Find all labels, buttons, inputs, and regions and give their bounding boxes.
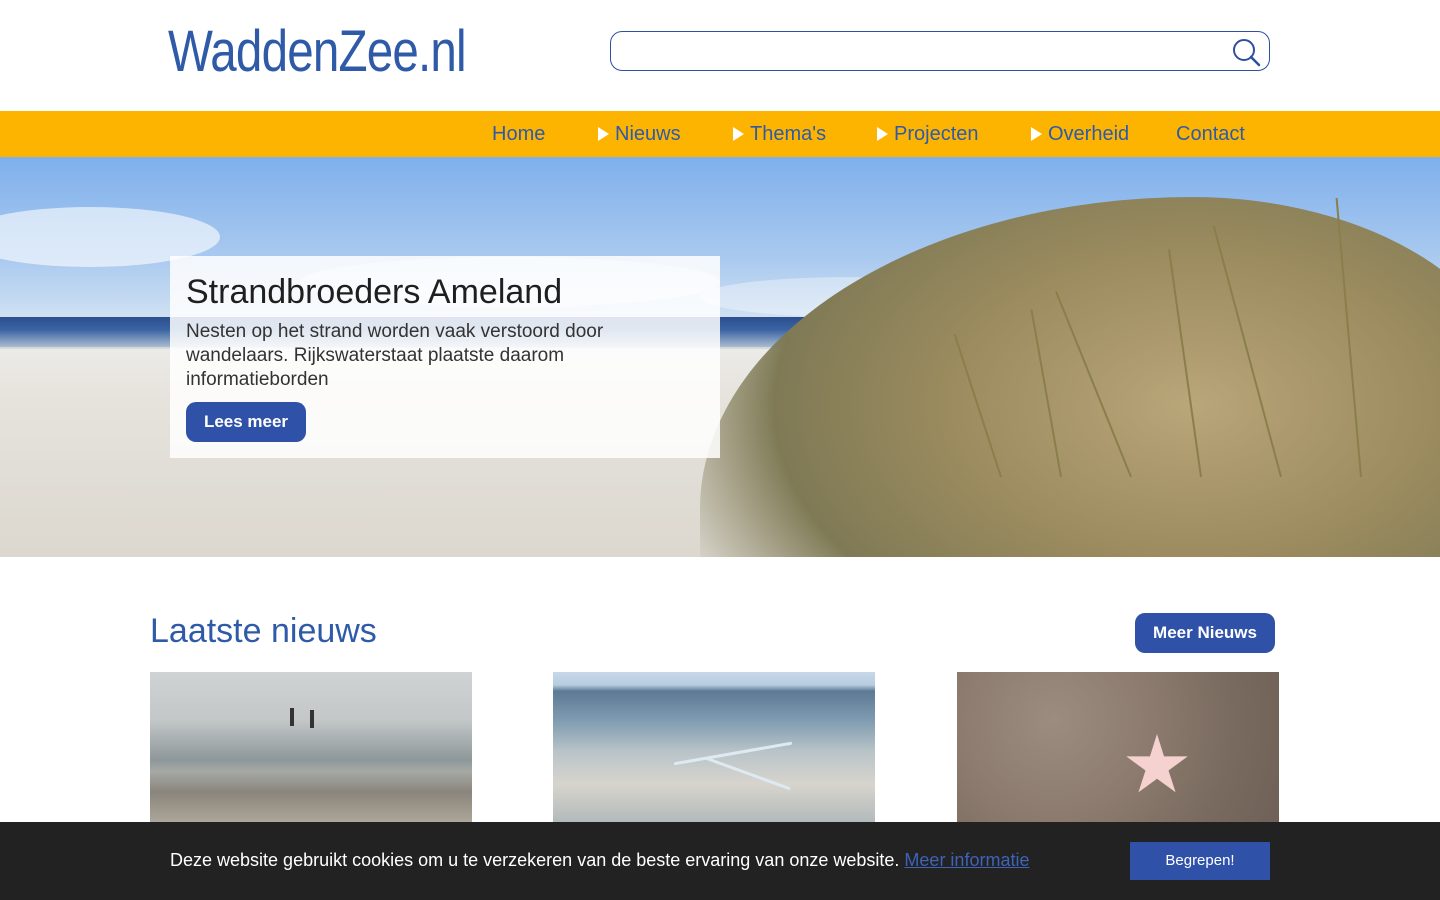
cookie-bar: Deze website gebruikt cookies om u te ve…	[0, 822, 1440, 900]
site-header: WaddenZee.nl	[0, 0, 1440, 111]
cookie-more-info-link[interactable]: Meer informatie	[904, 850, 1029, 870]
read-more-button[interactable]: Lees meer	[186, 402, 306, 442]
person-figure	[310, 710, 314, 728]
tidal-channel	[705, 756, 791, 791]
nav-item-themas[interactable]: Thema's	[733, 111, 826, 157]
nav-item-label: Projecten	[894, 123, 979, 145]
hero-text: Nesten op het strand worden vaak verstoo…	[186, 321, 604, 390]
hero-title: Strandbroeders Ameland	[186, 273, 563, 311]
nav-arrow-icon	[1031, 127, 1042, 141]
nav-item-home[interactable]: Home	[492, 111, 545, 157]
nav-item-label: Overheid	[1048, 123, 1130, 145]
news-card-image[interactable]	[150, 672, 472, 832]
person-figure	[290, 708, 294, 726]
nav-item-contact[interactable]: Contact	[1176, 111, 1245, 157]
nav-arrow-icon	[598, 127, 609, 141]
search-box	[610, 31, 1270, 71]
tidal-channel	[673, 741, 793, 766]
more-news-button[interactable]: Meer Nieuws	[1135, 613, 1275, 653]
nav-arrow-icon	[877, 127, 888, 141]
nav-item-nieuws[interactable]: Nieuws	[598, 111, 681, 157]
search-input[interactable]	[623, 38, 1213, 64]
dune-grass	[700, 197, 1440, 557]
main-nav: Home Nieuws Thema's Projecten Overheid C…	[0, 111, 1440, 157]
nav-arrow-icon	[733, 127, 744, 141]
search-button[interactable]	[1231, 37, 1261, 67]
nav-item-label: Nieuws	[615, 123, 681, 145]
nav-item-label: Thema's	[750, 123, 827, 145]
nav-item-overheid[interactable]: Overheid	[1031, 111, 1129, 157]
cookie-accept-button[interactable]: Begrepen!	[1130, 842, 1270, 880]
starfish	[1126, 734, 1188, 793]
cookie-text-wrapper: Deze website gebruikt cookies om u te ve…	[170, 850, 1029, 871]
site-logo[interactable]: WaddenZee.nl	[168, 18, 467, 85]
search-icon	[1233, 39, 1261, 67]
nav-item-label: Home	[492, 123, 546, 145]
news-section-title: Laatste nieuws	[150, 612, 377, 650]
hero-card: Strandbroeders Ameland Nesten op het str…	[170, 256, 720, 458]
nav-item-projecten[interactable]: Projecten	[877, 111, 979, 157]
nav-item-label: Contact	[1176, 123, 1245, 145]
news-card-image[interactable]	[553, 672, 875, 832]
news-card-image[interactable]	[957, 672, 1279, 832]
cookie-message: Deze website gebruikt cookies om u te ve…	[170, 850, 900, 870]
